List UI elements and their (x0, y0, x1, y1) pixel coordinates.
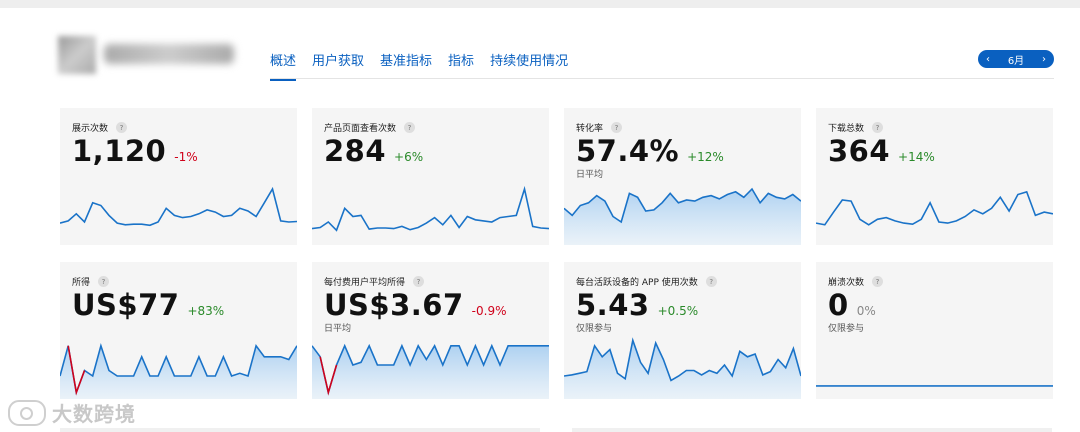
card-value-row: US$77 +83% (72, 288, 224, 322)
card-title: 下载总数? (828, 121, 884, 134)
card-title-text: 产品页面查看次数 (324, 124, 397, 134)
chevron-right-icon[interactable]: › (1042, 54, 1046, 65)
sparkline-line (312, 185, 549, 232)
card-value-row: 57.4% +12% (576, 134, 724, 168)
card-change: +6% (394, 150, 424, 164)
card-change: 0% (856, 304, 876, 318)
watermark-text: 大数跨境 (52, 402, 136, 426)
card-value: 0 (828, 288, 849, 322)
help-icon[interactable]: ? (705, 276, 717, 287)
card-value-row: 1,120 -1% (72, 134, 198, 168)
sparkline-chart (816, 385, 1053, 387)
help-icon[interactable]: ? (413, 276, 425, 287)
card-title-text: 每付费用户平均所得 (324, 278, 406, 288)
card-value: 5.43 (576, 288, 650, 322)
sparkline-chart (564, 187, 801, 245)
card-proceeds[interactable]: 所得? US$77 +83% (60, 262, 297, 399)
card-title: 所得? (72, 275, 110, 288)
sparkline-chart (60, 343, 297, 399)
browser-top-bar (0, 0, 1080, 8)
sparkline-area (564, 340, 801, 399)
sparkline-chart (60, 186, 297, 227)
card-value: 284 (324, 134, 387, 168)
card-value: 364 (828, 134, 891, 168)
card-value-row: 284 +6% (324, 134, 423, 168)
tab-benchmarks[interactable]: 基准指标 (380, 50, 432, 81)
card-value: 1,120 (72, 134, 167, 168)
card-title: 展示次数? (72, 121, 128, 134)
tab-retention[interactable]: 持续使用情况 (490, 50, 568, 81)
card-title-text: 所得 (72, 278, 91, 288)
tabs-divider (270, 78, 1054, 79)
tab-acquisition[interactable]: 用户获取 (312, 50, 364, 81)
help-icon[interactable]: ? (98, 276, 110, 287)
card-title: 每付费用户平均所得? (324, 275, 425, 288)
chevron-left-icon[interactable]: ‹ (986, 54, 990, 65)
card-impressions[interactable]: 展示次数? 1,120 -1% (60, 108, 297, 245)
next-row-card-edge (60, 428, 540, 432)
app-icon (58, 36, 96, 74)
card-value-row: 0 0% (828, 288, 876, 322)
card-title-text: 展示次数 (72, 124, 109, 134)
sparkline-chart (564, 337, 801, 399)
tab-overview[interactable]: 概述 (270, 50, 297, 81)
card-value-row: US$3.67 -0.9% (324, 288, 507, 322)
help-icon[interactable]: ? (611, 122, 623, 133)
card-product-page-views[interactable]: 产品页面查看次数? 284 +6% (312, 108, 549, 245)
card-change: -1% (174, 150, 198, 164)
card-title: 转化率? (576, 121, 623, 134)
card-title-text: 下载总数 (828, 124, 865, 134)
sparkline-chart (312, 185, 549, 232)
help-icon[interactable]: ? (872, 122, 884, 133)
card-proceeds-per-paying-user[interactable]: 每付费用户平均所得? US$3.67 -0.9% 日平均 (312, 262, 549, 399)
card-conversion-rate[interactable]: 转化率? 57.4% +12% 日平均 (564, 108, 801, 245)
month-selector: ‹ 6月 › (978, 50, 1054, 68)
watermark: 大数跨境 (8, 398, 136, 427)
card-value-row: 364 +14% (828, 134, 935, 168)
tab-metrics[interactable]: 指标 (448, 50, 474, 81)
card-change: +14% (898, 150, 935, 164)
help-icon[interactable]: ? (872, 276, 884, 287)
help-icon[interactable]: ? (404, 122, 416, 133)
card-title: 每台活跃设备的 APP 使用次数? (576, 275, 717, 288)
next-row-card-edge-2 (572, 428, 1052, 432)
card-title-text: 崩溃次数 (828, 278, 865, 288)
card-title-text: 转化率 (576, 124, 604, 134)
card-value: US$77 (72, 288, 180, 322)
sparkline-line (60, 186, 297, 227)
card-title: 崩溃次数? (828, 275, 884, 288)
section-tabs: 概述 用户获取 基准指标 指标 持续使用情况 (270, 50, 584, 81)
card-title-text: 每台活跃设备的 APP 使用次数 (576, 278, 698, 288)
sparkline-chart (816, 190, 1053, 226)
card-value: 57.4% (576, 134, 680, 168)
sparkline-chart (312, 343, 549, 399)
app-name-blurred (104, 44, 234, 64)
card-title: 产品页面查看次数? (324, 121, 416, 134)
card-change: -0.9% (471, 304, 507, 318)
card-change: +12% (687, 150, 724, 164)
card-value: US$3.67 (324, 288, 464, 322)
month-label: 6月 (1007, 55, 1025, 67)
card-change: +83% (187, 304, 225, 318)
card-crashes[interactable]: 崩溃次数? 0 0% 仅限参与 (816, 262, 1053, 399)
watermark-logo-icon (8, 399, 46, 426)
card-total-downloads[interactable]: 下载总数? 364 +14% (816, 108, 1053, 245)
sparkline-line (816, 190, 1053, 226)
help-icon[interactable]: ? (116, 122, 128, 133)
card-value-row: 5.43 +0.5% (576, 288, 698, 322)
card-change: +0.5% (657, 304, 699, 318)
card-sessions-per-active-device[interactable]: 每台活跃设备的 APP 使用次数? 5.43 +0.5% 仅限参与 (564, 262, 801, 399)
